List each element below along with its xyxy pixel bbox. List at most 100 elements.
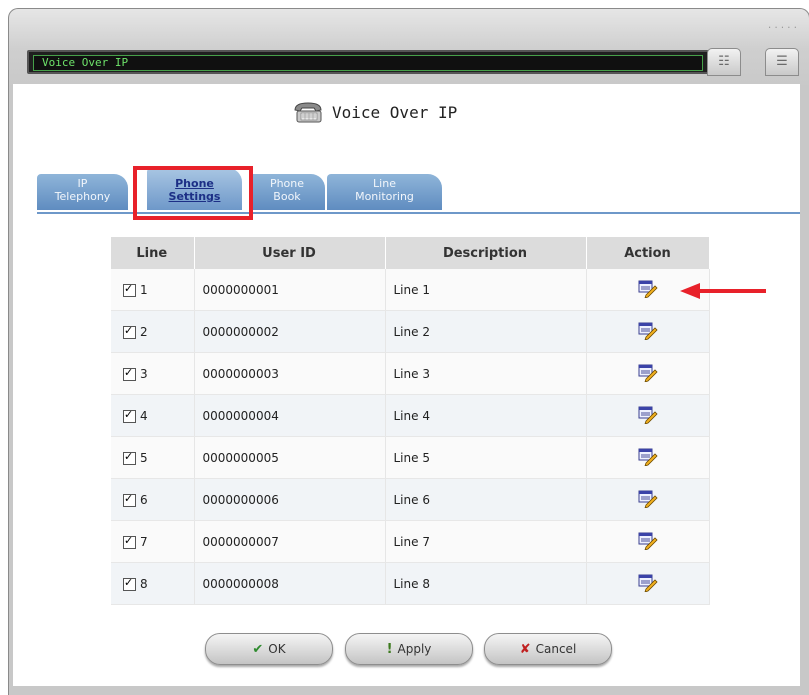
table-row: 8 0000000008 Line 8	[111, 562, 710, 605]
table-row: 4 0000000004 Line 4	[111, 394, 710, 437]
action-cell	[586, 352, 710, 395]
edit-icon[interactable]	[637, 446, 659, 467]
user-id-cell: 0000000004	[194, 394, 386, 437]
line-checkbox[interactable]	[123, 324, 136, 339]
line-cell: 2	[111, 310, 195, 353]
line-cell: 5	[111, 436, 195, 479]
line-number: 6	[140, 492, 148, 507]
line-number: 3	[140, 366, 148, 381]
line-cell: 3	[111, 352, 195, 395]
check-icon: ✔	[252, 641, 264, 657]
line-cell: 1	[111, 269, 195, 311]
title-bar: Voice Over IP	[27, 50, 709, 74]
user-id-cell: 0000000005	[194, 436, 386, 479]
line-cell: 6	[111, 478, 195, 521]
lines-table: Line User ID Description Action 1 000000…	[111, 237, 710, 605]
window-title: Voice Over IP	[42, 56, 129, 69]
description-cell: Line 2	[385, 310, 587, 353]
table-row: 5 0000000005 Line 5	[111, 436, 710, 479]
user-id-cell: 0000000003	[194, 352, 386, 395]
page-title: Voice Over IP	[332, 102, 458, 122]
line-cell: 4	[111, 394, 195, 437]
line-checkbox[interactable]	[123, 576, 136, 591]
page-heading: Voice Over IP	[292, 100, 457, 124]
exclamation-icon: !	[386, 641, 393, 657]
x-icon: ✘	[519, 641, 531, 657]
table-row: 3 0000000003 Line 3	[111, 352, 710, 395]
network-map-button[interactable]: ☷	[707, 48, 741, 76]
user-id-cell: 0000000006	[194, 478, 386, 521]
action-cell	[586, 562, 710, 605]
column-header-description: Description	[385, 237, 587, 269]
column-header-line: Line	[111, 237, 195, 269]
line-cell: 7	[111, 520, 195, 563]
menu-list-button[interactable]: ☰	[765, 48, 799, 76]
cancel-button-label: Cancel	[535, 642, 577, 656]
action-cell	[586, 436, 710, 479]
line-number: 4	[140, 408, 148, 423]
edit-icon[interactable]	[637, 572, 659, 593]
line-number: 7	[140, 534, 148, 549]
edit-icon[interactable]	[637, 278, 659, 299]
action-cell	[586, 520, 710, 563]
tab-label-line2: Book	[273, 190, 301, 203]
line-checkbox[interactable]	[123, 408, 136, 423]
red-arrow-icon	[680, 283, 766, 299]
table-row: 7 0000000007 Line 7	[111, 520, 710, 563]
description-cell: Line 8	[385, 562, 587, 605]
description-cell: Line 6	[385, 478, 587, 521]
tab-label-line1: IP	[77, 177, 88, 190]
ok-button[interactable]: ✔ OK	[205, 633, 333, 665]
highlight-box	[133, 166, 253, 220]
apply-button-label: Apply	[397, 642, 432, 656]
table-row: 6 0000000006 Line 6	[111, 478, 710, 521]
description-cell: Line 1	[385, 269, 587, 311]
column-header-action: Action	[586, 237, 710, 269]
line-number: 1	[140, 282, 148, 297]
tab-phone-book[interactable]: Phone Book	[249, 174, 325, 210]
phone-icon	[294, 102, 322, 123]
table-row: 2 0000000002 Line 2	[111, 310, 710, 353]
line-number: 8	[140, 576, 148, 591]
title-bar-inner: Voice Over IP	[33, 55, 703, 71]
column-header-user-id: User ID	[194, 237, 386, 269]
network-map-icon: ☷	[718, 54, 730, 69]
line-number: 5	[140, 450, 148, 465]
user-id-cell: 0000000008	[194, 562, 386, 605]
line-checkbox[interactable]	[123, 366, 136, 381]
user-id-cell: 0000000001	[194, 269, 386, 311]
list-icon: ☰	[776, 54, 788, 69]
tab-label-line1: Line	[373, 177, 396, 190]
window-grip[interactable]: .....	[767, 21, 799, 31]
user-id-cell: 0000000007	[194, 520, 386, 563]
action-cell	[586, 394, 710, 437]
cancel-button[interactable]: ✘ Cancel	[484, 633, 612, 665]
line-number: 2	[140, 324, 148, 339]
action-cell	[586, 310, 710, 353]
user-id-cell: 0000000002	[194, 310, 386, 353]
tab-label-line1: Phone	[269, 177, 305, 190]
ok-button-label: OK	[268, 642, 286, 656]
action-cell	[586, 478, 710, 521]
apply-button[interactable]: ! Apply	[345, 633, 473, 665]
line-checkbox[interactable]	[123, 282, 136, 297]
table-row: 1 0000000001 Line 1	[111, 269, 710, 311]
tab-ip-telephony[interactable]: IP Telephony	[37, 174, 128, 210]
line-checkbox[interactable]	[123, 450, 136, 465]
edit-icon[interactable]	[637, 404, 659, 425]
tab-line-monitoring[interactable]: Line Monitoring	[327, 174, 442, 210]
tab-label-line2: Telephony	[54, 190, 111, 203]
edit-icon[interactable]	[637, 530, 659, 551]
description-cell: Line 5	[385, 436, 587, 479]
description-cell: Line 7	[385, 520, 587, 563]
edit-icon[interactable]	[637, 488, 659, 509]
edit-icon[interactable]	[637, 320, 659, 341]
table-header-row: Line User ID Description Action	[111, 237, 710, 269]
description-cell: Line 4	[385, 394, 587, 437]
tab-label-line2: Monitoring	[355, 190, 414, 203]
line-checkbox[interactable]	[123, 534, 136, 549]
description-cell: Line 3	[385, 352, 587, 395]
edit-icon[interactable]	[637, 362, 659, 383]
line-cell: 8	[111, 562, 195, 605]
line-checkbox[interactable]	[123, 492, 136, 507]
